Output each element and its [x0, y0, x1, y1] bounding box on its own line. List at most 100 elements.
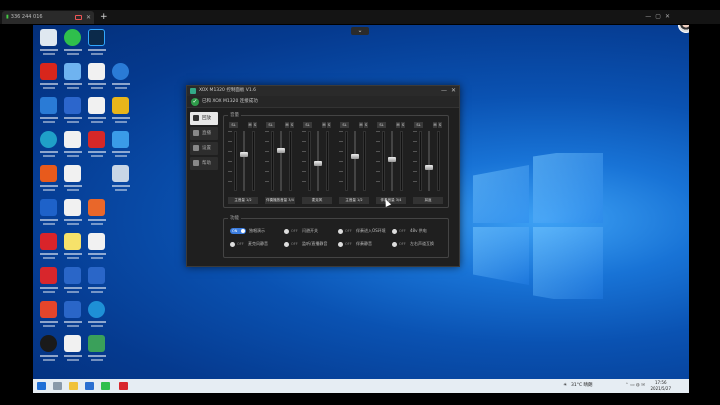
m-button[interactable]: M [322, 122, 326, 128]
fader-knob[interactable] [240, 152, 248, 157]
taskbar: ☀ 31°C 晴朗 ⌃ ▭ ◍ ✉ 17:56 2021/5/27 [33, 379, 689, 393]
mixer-channel: SL M S 伴奏音量 3/4 [376, 122, 406, 206]
radio-icon[interactable] [338, 228, 343, 234]
desktop-icon-app[interactable] [107, 165, 135, 197]
minimize-icon[interactable]: — [441, 86, 447, 96]
desktop-icon-app[interactable] [83, 335, 111, 367]
fader-knob[interactable] [314, 161, 322, 166]
mute-button[interactable]: SL [229, 122, 238, 128]
desktop-icon-app[interactable] [107, 97, 135, 129]
mute-button[interactable]: SL [377, 122, 386, 128]
desktop-icon-app[interactable] [83, 267, 111, 299]
fader-knob[interactable] [277, 148, 285, 153]
fader-knob[interactable] [388, 157, 396, 162]
desktop-icon-app[interactable] [107, 131, 135, 163]
sidebar-item-help[interactable]: 帮助 [190, 157, 218, 170]
s-button[interactable]: S [327, 122, 331, 128]
search-icon[interactable] [53, 382, 62, 390]
weather-icon[interactable]: ☀ [563, 379, 567, 393]
feature-toggle[interactable]: ON 独唱演示 [230, 227, 265, 235]
window-controls-icon[interactable]: —▢✕ [645, 13, 674, 20]
clock[interactable]: 17:56 2021/5/27 [650, 380, 671, 392]
wps-icon[interactable] [119, 382, 128, 390]
desktop-icon-app[interactable] [83, 301, 111, 333]
desktop-icon-app[interactable] [83, 199, 111, 231]
file-explorer-icon[interactable] [69, 382, 78, 390]
wechat-icon[interactable] [101, 382, 110, 390]
features-label: 功能 [228, 215, 241, 221]
feature-toggle[interactable]: OFF 麦克风静音 [230, 240, 268, 248]
radio-icon[interactable] [284, 241, 289, 247]
s-button[interactable]: S [364, 122, 368, 128]
sidebar-item-playback[interactable]: 回放 [190, 112, 218, 125]
db-scale [228, 131, 233, 191]
taskbar-app-icon[interactable] [85, 382, 94, 390]
avatar[interactable] [678, 25, 689, 33]
signal-icon: ▮ [6, 14, 9, 20]
mute-button[interactable]: SL [414, 122, 423, 128]
channel-name: 主音量 1/2 [339, 197, 369, 204]
desktop-icon-file[interactable] [59, 165, 87, 197]
sidebar-item-settings[interactable]: 设置 [190, 142, 218, 155]
feature-toggle[interactable]: OFF 左右声道互换 [392, 240, 434, 248]
start-icon[interactable] [37, 382, 46, 390]
fader-knob[interactable] [425, 165, 433, 170]
feature-toggle[interactable]: OFF 伴奏进入OS环境 [338, 227, 386, 235]
desktop-icon-app[interactable] [83, 233, 111, 265]
clock-date: 2021/5/27 [650, 386, 671, 391]
m-button[interactable]: M [396, 122, 400, 128]
window-title: XOX M1320 控制面板 V1.6 [199, 88, 256, 93]
live-icon [193, 130, 199, 136]
radio-icon[interactable] [284, 228, 289, 234]
m-button[interactable]: M [285, 122, 289, 128]
close-tab-icon[interactable]: ✕ [86, 11, 91, 24]
fader-track[interactable] [280, 131, 282, 191]
mute-button[interactable]: SL [340, 122, 349, 128]
m-button[interactable]: M [359, 122, 363, 128]
mute-button[interactable]: SL [266, 122, 275, 128]
radio-icon[interactable] [230, 241, 235, 247]
m-button[interactable]: M [433, 122, 437, 128]
s-button[interactable]: S [253, 122, 257, 128]
fader-track[interactable] [428, 131, 430, 191]
channel-header: SL M S [303, 122, 331, 128]
level-meter [363, 131, 366, 191]
weather-text[interactable]: 31°C 晴朗 [571, 379, 593, 393]
mute-button[interactable]: SL [303, 122, 312, 128]
fader-knob[interactable] [351, 154, 359, 159]
m-button[interactable]: M [248, 122, 252, 128]
s-button[interactable]: S [438, 122, 442, 128]
fader-track[interactable] [354, 131, 356, 191]
feature-toggle[interactable]: OFF 监听/直播静音 [284, 240, 327, 248]
radio-icon[interactable] [392, 228, 397, 234]
mixer-channel: SL M S 耳返 [413, 122, 443, 206]
feature-toggle[interactable]: OFF 伴奏静音 [338, 240, 372, 248]
close-icon[interactable]: ✕ [451, 86, 456, 96]
desktop-icon-app[interactable] [107, 63, 135, 95]
new-tab-button[interactable]: + [100, 10, 108, 24]
channel-name: 伴奏播放音量 3/4 [265, 197, 295, 204]
mixer-label: 音量 [228, 112, 241, 118]
session-toolbar-toggle[interactable]: ⌄ [351, 27, 369, 35]
s-button[interactable]: S [401, 122, 405, 128]
fader-track[interactable] [243, 131, 245, 191]
session-tab[interactable]: ▮ 336 244 016 ✕ [2, 11, 94, 24]
s-button[interactable]: S [290, 122, 294, 128]
mixer-channel: SL M S 主音量 1/2 [339, 122, 369, 206]
sidebar-item-live[interactable]: 直播 [190, 127, 218, 140]
radio-icon[interactable] [338, 241, 343, 247]
screen-off-icon[interactable] [75, 15, 82, 20]
feature-label: 伴奏静音 [356, 241, 372, 246]
window-titlebar[interactable]: XOX M1320 控制面板 V1.6 — ✕ [187, 86, 459, 96]
level-meter [345, 131, 348, 191]
channel-header: SL M S [229, 122, 257, 128]
tray-icons[interactable]: ⌃ ▭ ◍ ✉ [625, 379, 645, 393]
desktop-icon-photoshop[interactable] [83, 29, 111, 61]
feature-toggle[interactable]: OFF 闪避开关 [284, 227, 318, 235]
feature-toggle[interactable]: OFF 48v 供电 [392, 227, 427, 235]
mixer-panel: 音量 SL M S 主音量 1/2 SL M S 伴奏播放音量 3/4 SL M S 麦克风 SL M S 主… [223, 112, 449, 208]
toggle-switch[interactable]: ON [230, 228, 246, 234]
feature-label: 伴奏进入OS环境 [356, 228, 386, 233]
radio-icon[interactable] [392, 241, 397, 247]
feature-label: 独唱演示 [249, 228, 265, 233]
